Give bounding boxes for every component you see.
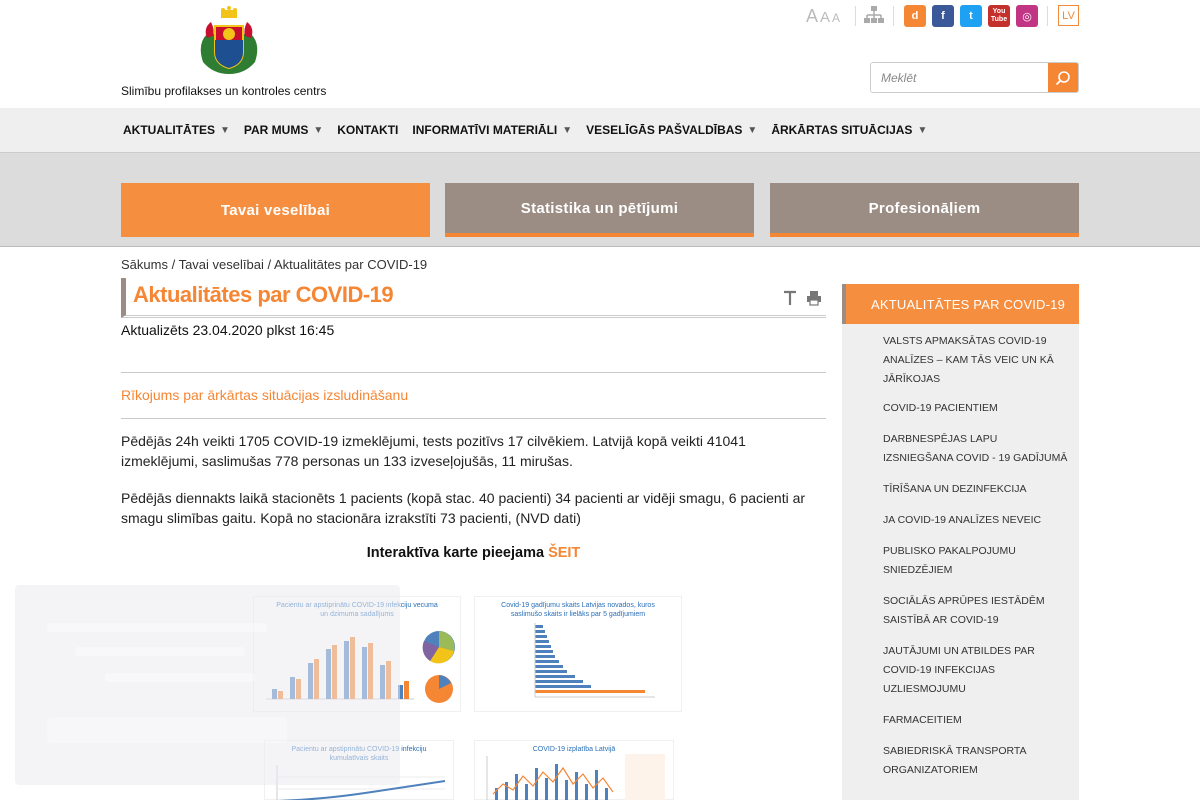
divider	[121, 418, 826, 419]
sidebar-item[interactable]: VALSTS APMAKSĀTAS COVID-19 ANALĪZES – KA…	[842, 332, 1079, 389]
facebook-icon[interactable]: f	[932, 5, 954, 27]
sidebar-item[interactable]: FARMACEITIEM	[842, 711, 1079, 730]
coat-of-arms-icon	[200, 6, 258, 74]
nav-item-label: AKTUALITĀTES	[123, 123, 215, 137]
cookie-text-line	[75, 647, 245, 656]
nav-item-label: KONTAKTI	[337, 123, 399, 137]
search-button[interactable]	[1048, 63, 1078, 92]
chart-thumbnail-spread[interactable]: COVID-19 izplatība Latvijā	[474, 740, 674, 800]
page-title-bar: Aktualitātes par COVID-19	[121, 278, 826, 318]
nav-item-label: VESELĪGĀS PAŠVALDĪBAS	[586, 123, 743, 137]
map-line: Interaktīva karte pieejama ŠEIT	[121, 545, 826, 561]
order-link[interactable]: Rīkojums par ārkārtas situācijas izsludi…	[121, 387, 408, 403]
thumb-caption: COVID-19 izplatība Latvijā	[532, 746, 616, 753]
search-box	[870, 62, 1079, 93]
instagram-icon[interactable]: ◎	[1016, 5, 1038, 27]
hospital-paragraph: Pēdējās diennakts laikā stacionēts 1 pac…	[121, 490, 806, 526]
tile-statistika[interactable]: Statistika un pētījumi	[445, 183, 754, 237]
search-icon	[1055, 70, 1070, 85]
nav-item-1[interactable]: PAR MUMS ▼	[244, 123, 323, 137]
nav-item-2[interactable]: KONTAKTI	[337, 123, 398, 137]
draugiem-icon[interactable]: d	[904, 5, 926, 27]
font-size-medium[interactable]: A	[820, 9, 830, 26]
nav-item-4[interactable]: VESELĪGĀS PAŠVALDĪBAS ▼	[586, 123, 757, 137]
sidebar-item[interactable]: JAUTĀJUMI UN ATBILDES PAR COVID-19 INFEK…	[842, 642, 1079, 699]
updated-timestamp: Aktualizēts 23.04.2020 plkst 16:45	[121, 322, 335, 338]
sidebar-item[interactable]: SOCIĀLĀS APRŪPES IESTĀDĒM SAISTĪBĀ AR CO…	[842, 592, 1079, 630]
language-switch[interactable]: LV	[1058, 5, 1079, 26]
sidebar-item[interactable]: TĪRĪŠANA UN DEZINFEKCIJA	[842, 480, 1079, 499]
divider	[893, 6, 894, 26]
nav-item-0[interactable]: AKTUALITĀTES ▼	[123, 123, 230, 137]
chevron-down-icon: ▼	[562, 124, 573, 136]
page-title: Aktualitātes par COVID-19	[133, 282, 394, 307]
font-size-large[interactable]: A	[806, 6, 818, 27]
nav-item-label: INFORMATĪVI MATERIĀLI	[412, 123, 558, 137]
bar-chart-image	[534, 623, 655, 698]
site-header: Slimību profilakses un kontroles centrs …	[0, 0, 1200, 108]
chart-thumbnail-municipalities[interactable]: Covid-19 gadījumu skaits Latvijas novado…	[474, 596, 682, 712]
nav-item-label: ĀRKĀRTAS SITUĀCIJAS	[771, 123, 913, 137]
youtube-icon[interactable]: You Tube	[988, 5, 1010, 27]
sidebar-item[interactable]: DARBNESPĒJAS LAPU IZSNIEGŠANA COVID - 19…	[842, 430, 1079, 468]
sitemap-icon[interactable]	[864, 6, 884, 24]
map-link[interactable]: ŠEIT	[548, 545, 580, 561]
cookie-notice-overlay	[15, 585, 400, 785]
nav-item-3[interactable]: INFORMATĪVI MATERIĀLI ▼	[412, 123, 572, 137]
org-name: Slimību profilakses un kontroles centrs	[121, 84, 327, 98]
combo-chart-image	[486, 754, 665, 800]
divider	[1047, 6, 1048, 26]
stats-paragraph: Pēdējās 24h veikti 1705 COVID-19 izmeklē…	[121, 433, 746, 469]
font-size-switcher: A A A	[806, 6, 840, 27]
cookie-accept-button[interactable]	[47, 717, 287, 743]
twitter-icon[interactable]: t	[960, 5, 982, 27]
nav-item-label: PAR MUMS	[243, 123, 309, 137]
main-nav: AKTUALITĀTES ▼ PAR MUMS ▼ KONTAKTI INFORMATĪV…	[0, 108, 1200, 153]
chevron-down-icon: ▼	[917, 124, 928, 136]
breadcrumb-home[interactable]: Sākums	[121, 257, 168, 272]
cookie-text-line	[105, 673, 255, 682]
divider	[855, 6, 856, 26]
font-size-small[interactable]: A	[832, 11, 840, 25]
category-banner: Tavai veselībai Statistika un pētījumi P…	[0, 153, 1200, 247]
breadcrumb: Sākums / Tavai veselībai / Aktualitātes …	[121, 257, 428, 272]
cookie-text-line	[47, 623, 267, 632]
tile-tavai-veselibai[interactable]: Tavai veselībai	[121, 183, 430, 237]
search-input[interactable]	[871, 63, 1048, 92]
map-text: Interaktīva karte pieejama	[366, 545, 545, 561]
text-size-icon[interactable]	[782, 290, 798, 306]
sidebar-item[interactable]: PUBLISKO PAKALPOJUMU SNIEDZĒJIEM	[842, 542, 1079, 580]
print-icon[interactable]	[806, 290, 822, 306]
divider	[121, 372, 826, 373]
chevron-down-icon: ▼	[747, 124, 758, 136]
social-links: d f t You Tube ◎	[904, 5, 1038, 27]
sidebar-item[interactable]: SABIEDRISKĀ TRANSPORTA ORGANIZATORIEM	[842, 742, 1079, 780]
sidebar: AKTUALITĀTES PAR COVID-19 VALSTS APMAKSĀ…	[842, 284, 1079, 800]
sidebar-item[interactable]: COVID-19 PACIENTIEM	[842, 399, 1079, 418]
nav-item-5[interactable]: ĀRKĀRTAS SITUĀCIJAS ▼	[771, 123, 927, 137]
breadcrumb-current: Aktualitātes par COVID-19	[273, 257, 428, 272]
chevron-down-icon: ▼	[313, 124, 324, 136]
sidebar-item[interactable]: JA COVID-19 ANALĪZES NEVEIC	[842, 511, 1079, 530]
breadcrumb-tavai-veselibai[interactable]: Tavai veselībai	[179, 257, 264, 272]
tile-profesionaliem[interactable]: Profesionāļiem	[770, 183, 1079, 237]
sidebar-header[interactable]: AKTUALITĀTES PAR COVID-19	[842, 284, 1079, 324]
chevron-down-icon: ▼	[220, 124, 230, 136]
thumb-caption: Covid-19 gadījumu skaits Latvijas novado…	[501, 602, 655, 618]
site-logo[interactable]: Slimību profilakses un kontroles centrs	[121, 4, 341, 98]
